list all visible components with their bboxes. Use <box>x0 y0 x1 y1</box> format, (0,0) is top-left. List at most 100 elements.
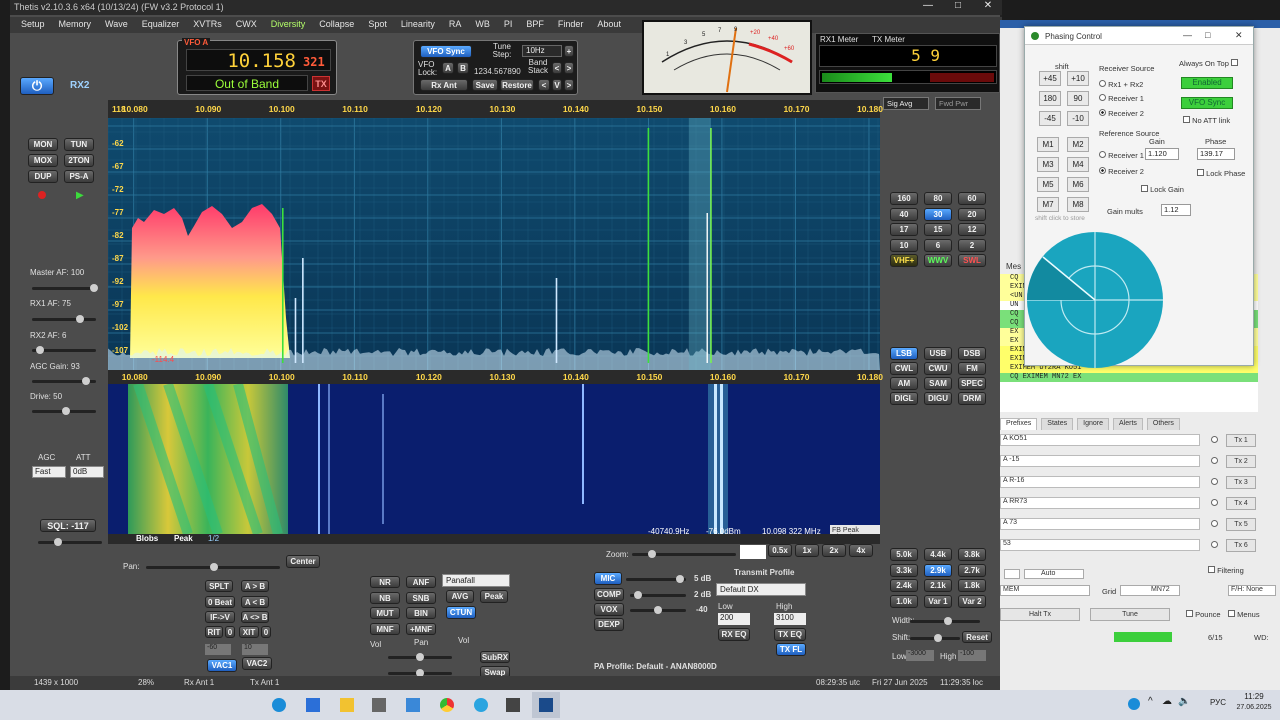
tray-app-icon[interactable] <box>1128 698 1140 710</box>
tab-prefixes[interactable]: Prefixes <box>1000 418 1037 430</box>
tune-step-select[interactable]: 10Hz <box>522 45 562 57</box>
spectrum-display[interactable]: -62 -67 -72 -77 -82 -87 -92 -97 -102 -107 -114.4 <box>108 118 880 370</box>
no-att-check[interactable]: No ATT link <box>1183 116 1230 125</box>
att-select[interactable]: 0dB <box>70 466 104 478</box>
phase-polar-display[interactable] <box>1025 227 1175 372</box>
rx2-button[interactable]: RX2 <box>70 80 89 91</box>
tune-button[interactable]: Tune <box>1090 608 1170 621</box>
grid-field[interactable]: MN72 <box>1120 585 1180 596</box>
pounce-check[interactable]: Pounce <box>1186 610 1221 619</box>
phasing-minimize-icon[interactable]: — <box>1183 30 1192 40</box>
width-slider[interactable] <box>910 620 980 623</box>
waterfall-display[interactable] <box>108 384 880 534</box>
rx-eq-button[interactable]: RX EQ <box>718 628 750 641</box>
mem-field[interactable]: MEM <box>1000 585 1090 596</box>
mon-button[interactable]: MON <box>28 138 58 151</box>
dsp-nr-button[interactable]: NR <box>370 576 400 588</box>
rx-opt-both[interactable]: Rx1 + Rx2 <box>1099 80 1143 89</box>
menu-pi[interactable]: PI <box>497 17 520 33</box>
restore-down[interactable]: V <box>552 79 562 91</box>
shift-45-button[interactable]: +45 <box>1039 71 1061 86</box>
clock-date[interactable]: 27.06.2025 <box>1232 704 1276 711</box>
band-swl-button[interactable]: SWL <box>958 254 986 267</box>
menu-spot[interactable]: Spot <box>361 17 394 33</box>
tun-button[interactable]: TUN <box>64 138 94 151</box>
avg-button[interactable]: AVG <box>446 590 474 603</box>
tx-button-4[interactable]: Tx 4 <box>1226 497 1256 510</box>
mic-button[interactable]: MIC <box>594 572 622 585</box>
ref-opt-2[interactable]: Receiver 2 <box>1099 167 1144 176</box>
2ton-button[interactable]: 2TON <box>64 154 94 167</box>
memory-m5-button[interactable]: M5 <box>1037 177 1059 192</box>
band-15-button[interactable]: 15 <box>924 223 952 236</box>
lock-phase-check[interactable]: Lock Phase <box>1197 169 1245 178</box>
vfo-op-splt-0[interactable]: SPLT <box>205 580 233 592</box>
shift-90-button[interactable]: 90 <box>1067 91 1089 106</box>
filter-3-8k-button[interactable]: 3.8k <box>958 548 986 561</box>
store-icon[interactable] <box>306 698 320 712</box>
language-indicator[interactable]: РУС <box>1210 698 1226 707</box>
memory-m6-button[interactable]: M6 <box>1067 177 1089 192</box>
mox-button[interactable]: MOX <box>28 154 58 167</box>
enabled-button[interactable]: Enabled <box>1181 77 1233 89</box>
panadapter[interactable]: 118 10.080 10.090 10.100 10.110 10.120 10.130 1… <box>108 100 880 544</box>
peak-button[interactable]: Peak <box>480 590 508 603</box>
tx-button-6[interactable]: Tx 6 <box>1226 539 1256 552</box>
band-40-button[interactable]: 40 <box>890 208 918 221</box>
main-pan-slider[interactable] <box>388 672 452 675</box>
filter-5-0k-button[interactable]: 5.0k <box>890 548 918 561</box>
center-button[interactable]: Center <box>286 555 320 568</box>
shift-45-button[interactable]: -45 <box>1039 111 1061 126</box>
tx-eq-button[interactable]: TX EQ <box>774 628 806 641</box>
mode-sam-button[interactable]: SAM <box>924 377 952 390</box>
band-30-button[interactable]: 30 <box>924 208 952 221</box>
shift-10-button[interactable]: -10 <box>1067 111 1089 126</box>
network-icon[interactable]: ☁ <box>1162 696 1172 707</box>
sql-slider[interactable] <box>38 541 102 544</box>
tx-high-field[interactable]: 3100 <box>774 613 806 625</box>
tx-fl-button[interactable]: TX FL <box>776 643 806 656</box>
dsp-nb-button[interactable]: NB <box>370 592 400 604</box>
vox-button[interactable]: VOX <box>594 603 624 616</box>
power-button[interactable]: ⏻ <box>20 77 54 95</box>
lock-gain-check[interactable]: Lock Gain <box>1141 185 1184 194</box>
app-icon-1[interactable] <box>372 698 386 712</box>
vfo-op-a-b-3[interactable]: A < B <box>241 596 269 608</box>
message-field-2[interactable]: A -15 <box>1000 455 1200 467</box>
vac1-button[interactable]: VAC1 <box>207 659 237 672</box>
app-icon-3[interactable] <box>506 698 520 712</box>
explorer-icon[interactable] <box>340 698 354 712</box>
mode-cwu-button[interactable]: CWU <box>924 362 952 375</box>
zoom-4x-button[interactable]: 4x <box>849 544 873 557</box>
restore-button[interactable]: Restore <box>500 79 534 91</box>
rit-value[interactable]: -60 <box>205 644 231 655</box>
tx-radio-6[interactable] <box>1211 541 1218 548</box>
fh-select[interactable]: F/H: None <box>1228 585 1276 596</box>
filtering-check[interactable]: Filtering <box>1208 566 1244 575</box>
mode-cwl-button[interactable]: CWL <box>890 362 918 375</box>
dsp-anf-button[interactable]: ANF <box>406 576 436 588</box>
menu-cwx[interactable]: CWX <box>229 17 264 33</box>
rx2-af-slider[interactable] <box>32 349 96 352</box>
restore-next[interactable]: > <box>564 79 574 91</box>
band-vhf-button[interactable]: VHF+ <box>890 254 918 267</box>
mode-am-button[interactable]: AM <box>890 377 918 390</box>
filter-var-2-button[interactable]: Var 2 <box>958 595 986 608</box>
mode-digl-button[interactable]: DIGL <box>890 392 918 405</box>
mode-dsb-button[interactable]: DSB <box>958 347 986 360</box>
drive-slider[interactable] <box>32 410 96 413</box>
mode-fm-button[interactable]: FM <box>958 362 986 375</box>
mode-usb-button[interactable]: USB <box>924 347 952 360</box>
menu-diversity[interactable]: Diversity <box>264 17 313 33</box>
mic-slider[interactable] <box>626 578 686 581</box>
mode-digu-button[interactable]: DIGU <box>924 392 952 405</box>
tx-radio-1[interactable] <box>1211 436 1218 443</box>
filter-var-1-button[interactable]: Var 1 <box>924 595 952 608</box>
shift-slider[interactable] <box>910 637 960 640</box>
shift-10-button[interactable]: +10 <box>1067 71 1089 86</box>
tx-profile-select[interactable]: Default DX <box>716 583 806 596</box>
restore-prev[interactable]: < <box>538 79 550 91</box>
master-af-slider[interactable] <box>32 287 96 290</box>
play-icon[interactable]: ▶ <box>76 190 84 201</box>
mode-lsb-button[interactable]: LSB <box>890 347 918 360</box>
